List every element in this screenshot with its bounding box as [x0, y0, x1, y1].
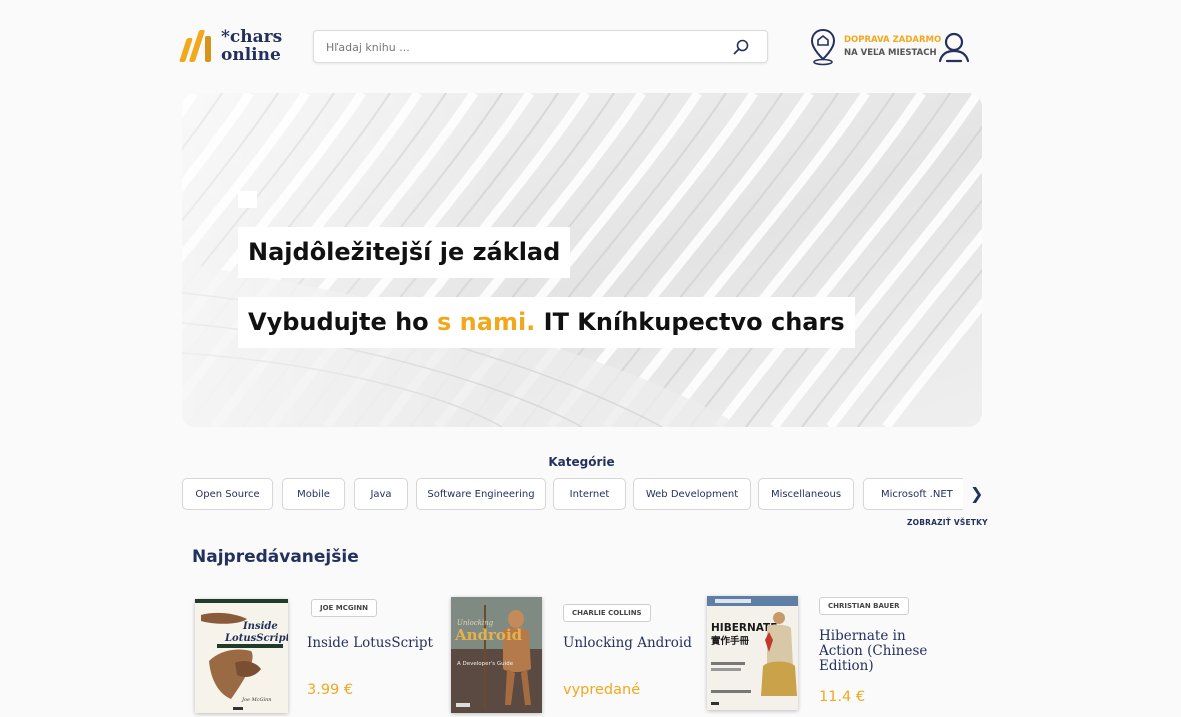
- hero-stripe: [658, 93, 926, 427]
- product-card[interactable]: HIBERNATE 實作手冊 CHRISTIAN BAUER Hibernate…: [707, 596, 947, 717]
- product-price: vypredané: [563, 682, 641, 698]
- logo[interactable]: *chars online: [179, 28, 282, 64]
- product-price: 11.4 €: [819, 689, 866, 705]
- cover-subtitle: A Developer's Guide: [457, 661, 514, 667]
- hero-subheadline: Vybudujte ho s nami. IT Kníhkupectvo cha…: [238, 297, 855, 348]
- product-price: 3.99 €: [307, 682, 354, 698]
- category-chip-mobile[interactable]: Mobile: [282, 478, 345, 510]
- hero-sub-accent: s nami.: [437, 308, 536, 336]
- chevron-right-icon[interactable]: ❯: [970, 484, 984, 504]
- categories-title: Kategórie: [548, 455, 615, 469]
- product-title[interactable]: Inside LotusScript: [307, 636, 437, 651]
- category-chip-web-development[interactable]: Web Development: [633, 478, 751, 510]
- cover-title: Android: [454, 626, 523, 644]
- book-cover-image[interactable]: HIBERNATE 實作手冊: [707, 596, 798, 710]
- cover-title-line1: Inside: [242, 621, 278, 632]
- hero-headline: Najdôležitejší je základ: [238, 227, 571, 278]
- hero-stripe: [714, 93, 982, 427]
- author-badge[interactable]: CHRISTIAN BAUER: [819, 597, 909, 615]
- cover-title-line2: LotusScript: [224, 633, 288, 644]
- hero-sub-part1: Vybudujte ho: [248, 308, 438, 336]
- cover-art: Inside LotusScript Joe McGinn: [195, 599, 288, 713]
- hero-stripe: [602, 93, 870, 427]
- cover-subtitle: 實作手冊: [711, 635, 750, 647]
- logo-text: *chars online: [221, 28, 282, 64]
- category-chip-microsoft-net[interactable]: Microsoft .NET: [863, 478, 963, 510]
- delivery-line2: NA VEĽA MIESTACH: [844, 48, 937, 58]
- cover-art: Unlocking Android A Developer's Guide: [451, 597, 542, 713]
- book-cover-image[interactable]: Unlocking Android A Developer's Guide: [451, 597, 542, 713]
- author-badge[interactable]: JOE MCGINN: [311, 599, 377, 617]
- user-account-icon[interactable]: [937, 30, 971, 64]
- product-title[interactable]: Hibernate in Action (Chinese Edition): [819, 629, 949, 674]
- book-cover-image[interactable]: Inside LotusScript Joe McGinn: [195, 599, 288, 713]
- product-card[interactable]: Inside LotusScript Joe McGinn JOE MCGINN…: [195, 596, 435, 717]
- product-card[interactable]: Unlocking Android A Developer's Guide CH…: [451, 596, 693, 717]
- category-chip-open-source[interactable]: Open Source: [182, 478, 273, 510]
- bestsellers-title: Najpredávanejšie: [192, 547, 359, 567]
- search-input[interactable]: [326, 38, 706, 56]
- logo-line2: online: [221, 45, 281, 65]
- category-chip-java[interactable]: Java: [354, 478, 408, 510]
- cover-author: Joe McGinn: [241, 697, 272, 703]
- author-badge[interactable]: CHARLIE COLLINS: [563, 604, 651, 622]
- page: *chars online DOPRAVA ZADARMO NA VEĽA MI…: [0, 0, 1181, 717]
- delivery-info: DOPRAVA ZADARMO NA VEĽA MIESTACH: [810, 28, 941, 66]
- delivery-line1: DOPRAVA ZADARMO: [844, 35, 942, 45]
- logo-mark-icon: [179, 28, 215, 64]
- hero-decor-square: [238, 191, 257, 208]
- hero-banner: Najdôležitejší je základ Vybudujte ho s …: [182, 93, 982, 427]
- hero-sub-part2: IT Kníhkupectvo chars: [535, 308, 845, 336]
- category-chip-software-engineering[interactable]: Software Engineering: [416, 478, 546, 510]
- location-pin-icon: [810, 28, 836, 66]
- show-all-categories-link[interactable]: ZOBRAZIŤ VŠETKY: [907, 518, 988, 527]
- search-bar: [313, 30, 768, 63]
- cover-art: HIBERNATE 實作手冊: [707, 596, 798, 710]
- category-chip-internet[interactable]: Internet: [553, 478, 626, 510]
- product-title[interactable]: Unlocking Android: [563, 636, 693, 651]
- logo-line1: *chars: [221, 27, 283, 47]
- category-chip-miscellaneous[interactable]: Miscellaneous: [758, 478, 854, 510]
- search-icon[interactable]: [733, 39, 749, 55]
